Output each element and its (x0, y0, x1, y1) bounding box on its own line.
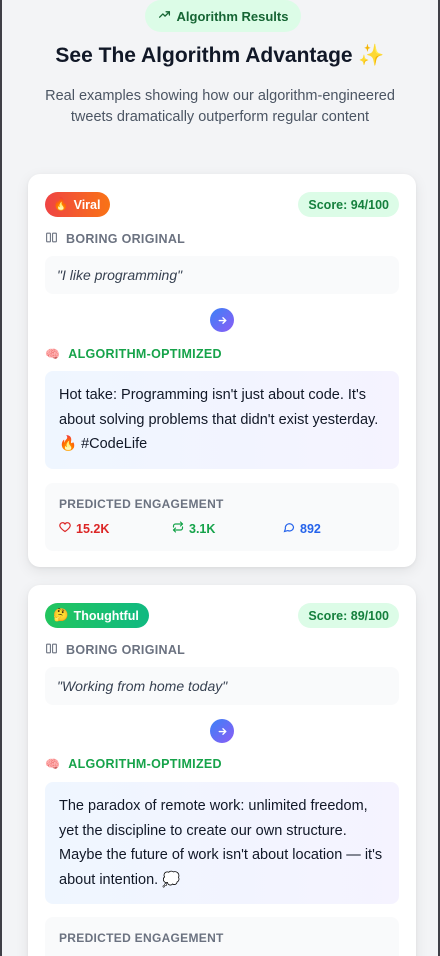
engagement-title: PREDICTED ENGAGEMENT (59, 931, 224, 945)
replies-stat: 892 (283, 521, 321, 536)
thinking-face-icon: 🤔 (53, 608, 69, 622)
optimized-label-text: ALGORITHM-OPTIMIZED (68, 757, 222, 771)
replies-count: 892 (300, 521, 321, 536)
optimized-tweet: The paradox of remote work: unlimited fr… (45, 782, 399, 904)
optimized-label-text: ALGORITHM-OPTIMIZED (68, 347, 222, 361)
brain-icon: 🧠 (45, 347, 61, 361)
example-card: 🔥 Viral Score: 94/100 BORING ORIGINAL "I… (28, 174, 416, 567)
optimized-tweet: Hot take: Programming isn't just about c… (45, 371, 399, 469)
original-label: BORING ORIGINAL (45, 231, 185, 247)
brain-icon: 🧠 (45, 757, 61, 771)
original-tweet: "I like programming" (45, 256, 399, 294)
window-frame-left (0, 0, 2, 956)
optimized-label: 🧠 ALGORITHM-OPTIMIZED (45, 347, 222, 361)
heart-icon (59, 521, 71, 536)
score-badge: Score: 94/100 (298, 192, 399, 217)
algorithm-results-pill: Algorithm Results (145, 0, 301, 32)
score-badge: Score: 89/100 (298, 603, 399, 628)
retweets-stat: 3.1K (172, 521, 283, 536)
badge-label: Viral (73, 197, 101, 212)
original-tweet: "Working from home today" (45, 667, 399, 705)
original-label: BORING ORIGINAL (45, 642, 185, 658)
trending-up-icon (158, 8, 171, 24)
document-icon (45, 642, 58, 658)
example-card: 🤔 Thoughtful Score: 89/100 BORING ORIGIN… (28, 585, 416, 956)
likes-stat: 15.2K (59, 521, 172, 536)
thoughtful-badge: 🤔 Thoughtful (45, 603, 149, 628)
arrow-right-icon (210, 308, 234, 332)
arrow-right-icon (210, 719, 234, 743)
retweets-count: 3.1K (189, 521, 216, 536)
retweet-icon (172, 521, 184, 536)
pill-label: Algorithm Results (176, 8, 289, 24)
viral-badge: 🔥 Viral (45, 192, 111, 217)
original-label-text: BORING ORIGINAL (66, 643, 186, 657)
page-title: See The Algorithm Advantage ✨ (55, 44, 385, 67)
document-icon (45, 231, 58, 247)
badge-label: Thoughtful (73, 608, 139, 623)
likes-count: 15.2K (76, 521, 110, 536)
engagement-panel: PREDICTED ENGAGEMENT 15.2K 3.1K 892 (45, 483, 399, 551)
engagement-panel: PREDICTED ENGAGEMENT (45, 917, 399, 956)
engagement-title: PREDICTED ENGAGEMENT (59, 497, 224, 511)
fire-icon: 🔥 (53, 197, 69, 211)
page-subtitle: Real examples showing how our algorithm-… (45, 88, 395, 125)
optimized-label: 🧠 ALGORITHM-OPTIMIZED (45, 757, 222, 771)
engagement-stats: 15.2K 3.1K 892 (59, 521, 385, 536)
comment-icon (283, 521, 295, 536)
original-label-text: BORING ORIGINAL (66, 232, 186, 246)
